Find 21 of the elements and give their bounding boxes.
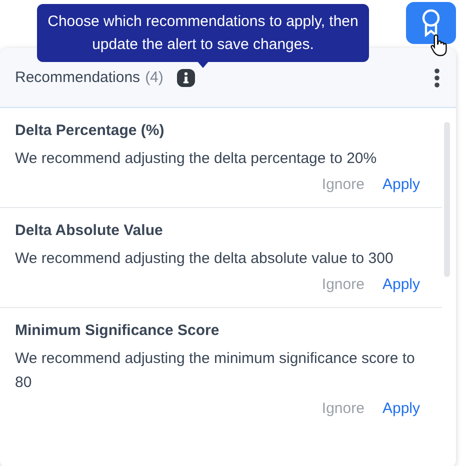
award-button[interactable] — [406, 2, 456, 44]
recommendation-title: Delta Absolute Value — [15, 221, 164, 241]
ignore-button[interactable]: Ignore — [322, 176, 364, 193]
count-label: (4) — [145, 69, 164, 86]
apply-button[interactable]: Apply — [382, 276, 420, 293]
recommendation-text: We recommend adjusting the delta percentage to 20% — [15, 149, 378, 169]
ignore-button[interactable]: Ignore — [322, 276, 364, 293]
apply-button[interactable]: Apply — [382, 176, 420, 193]
scrollbar-thumb[interactable] — [444, 122, 450, 277]
apply-button[interactable]: Apply — [382, 400, 420, 417]
tooltip: Choose which recommendations to apply, then update the alert to save changes. — [37, 4, 369, 62]
more-options-icon[interactable] — [434, 68, 440, 88]
panel-title: Recommendations — [15, 69, 140, 86]
tooltip-pointer-icon — [197, 61, 209, 68]
recommendation-text: We recommend adjusting the delta absolute value to 300 — [15, 249, 394, 269]
recommendation-title: Delta Percentage (%) — [15, 121, 166, 141]
info-icon[interactable] — [177, 68, 196, 86]
ignore-button[interactable]: Ignore — [322, 400, 364, 417]
ribbon-icon — [421, 9, 441, 37]
recommendation-text: We recommend adjusting the minimum significance score to 80 — [15, 349, 416, 393]
recommendation-title: Minimum Significance Score — [15, 321, 220, 341]
